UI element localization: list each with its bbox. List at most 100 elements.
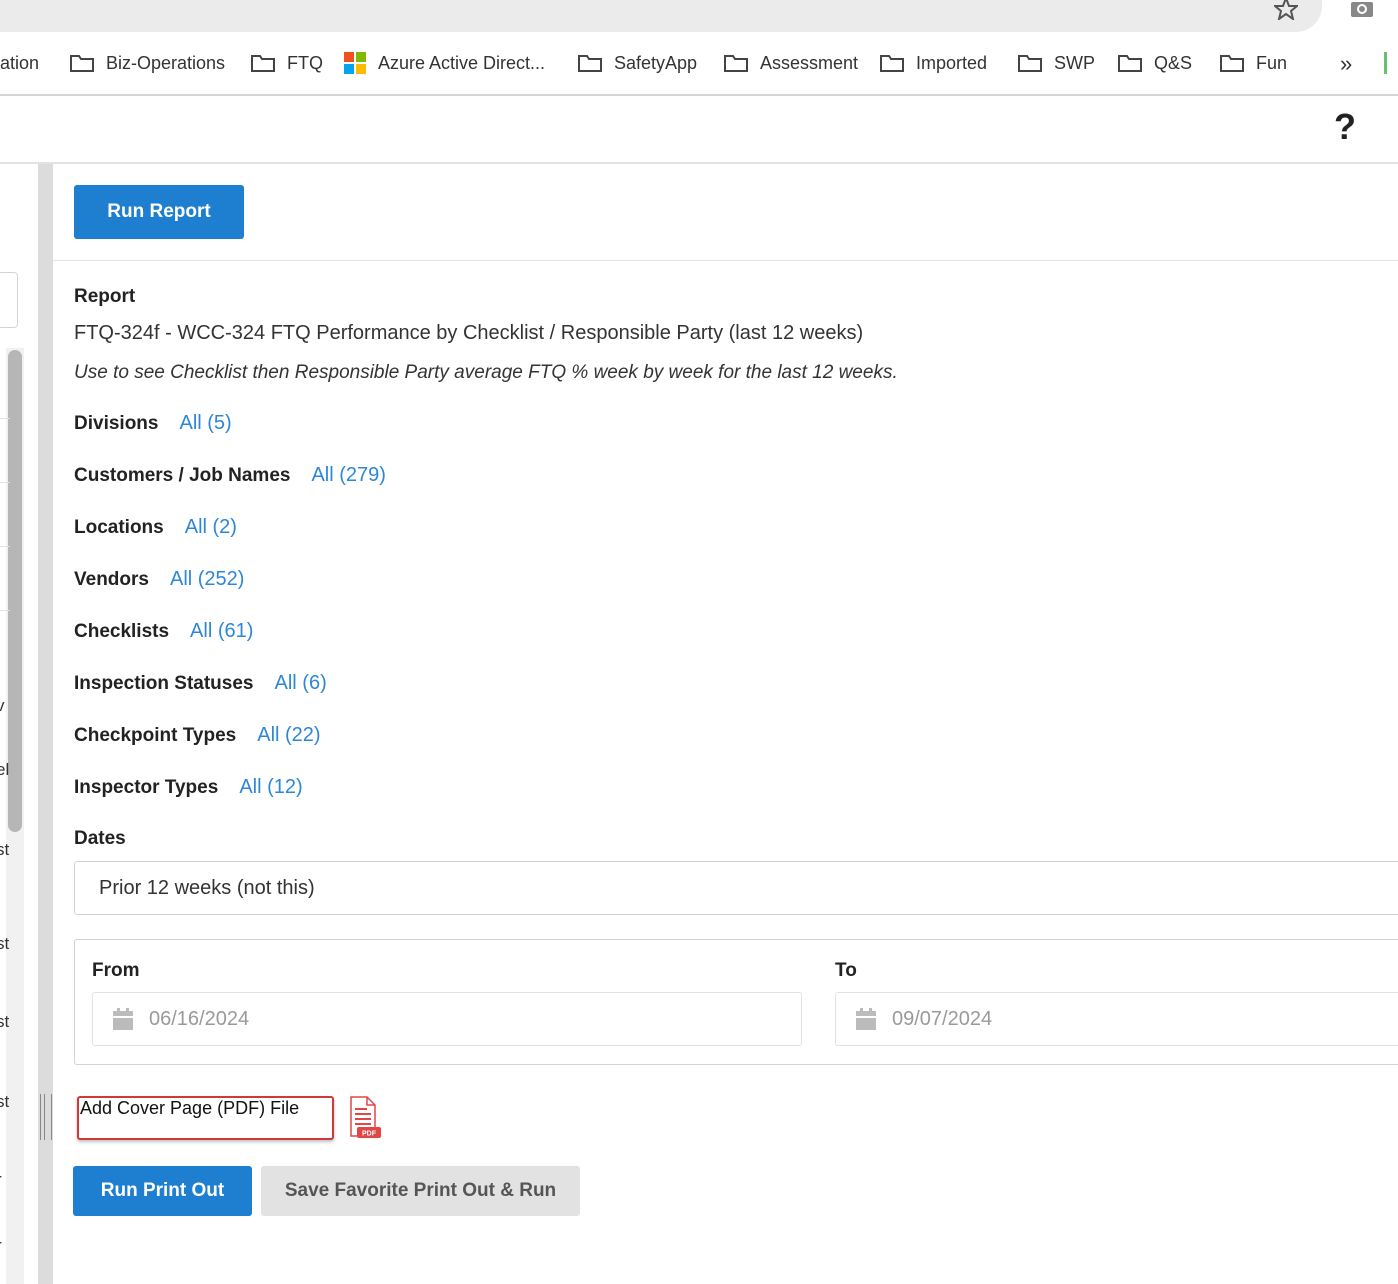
bookmark-folder-imported[interactable]: Imported xyxy=(880,51,987,75)
bookmark-item[interactable]: ation xyxy=(0,51,39,75)
filter-vendors-link[interactable]: All (252) xyxy=(170,568,244,591)
bookmark-label: SafetyApp xyxy=(614,52,698,73)
filter-vendors: Vendors All (252) xyxy=(74,568,244,591)
filter-inspector-types: Inspector Types All (12) xyxy=(74,776,303,799)
filter-divisions-link[interactable]: All (5) xyxy=(179,412,231,435)
filter-checklists: Checklists All (61) xyxy=(74,620,253,643)
dates-selected-value: Prior 12 weeks (not this) xyxy=(99,876,315,899)
filter-checkpoint-types-link[interactable]: All (22) xyxy=(257,724,320,747)
bookmark-label: Azure Active Direct... xyxy=(378,52,546,73)
divider xyxy=(53,260,1398,261)
bookmark-folder-qs[interactable]: Q&S xyxy=(1118,51,1192,75)
folder-icon xyxy=(70,55,94,72)
filter-divisions: Divisions All (5) xyxy=(74,412,232,435)
dates-label: Dates xyxy=(74,828,126,849)
sidebar-divider xyxy=(0,610,10,611)
bookmark-folder-swp[interactable]: SWP xyxy=(1018,51,1095,75)
dates-select[interactable]: Prior 12 weeks (not this) xyxy=(74,861,1398,915)
filter-inspection-statuses: Inspection Statuses All (6) xyxy=(74,672,327,695)
bookmark-folder-assessment[interactable]: Assessment xyxy=(724,51,858,75)
sidebar-item-fragment[interactable]: v xyxy=(0,696,5,716)
run-report-button[interactable]: Run Report xyxy=(74,185,244,239)
bookmark-label: Q&S xyxy=(1154,52,1193,73)
report-title: FTQ-324f - WCC-324 FTQ Performance by Ch… xyxy=(74,322,864,344)
star-bookmark-icon[interactable] xyxy=(1274,0,1298,20)
save-favorite-print-out-button[interactable]: Save Favorite Print Out & Run xyxy=(261,1166,580,1216)
splitter-grip-handle[interactable] xyxy=(40,1094,52,1140)
folder-icon xyxy=(1220,55,1244,72)
pdf-badge-label: PDF xyxy=(362,1131,377,1138)
filter-inspector-types-link[interactable]: All (12) xyxy=(239,776,302,799)
add-cover-page-button[interactable]: Add Cover Page (PDF) File xyxy=(77,1096,334,1140)
from-date-value: 06/16/2024 xyxy=(149,1007,250,1030)
filter-inspection-statuses-link[interactable]: All (6) xyxy=(275,672,327,695)
sidebar-item-fragment[interactable]: r xyxy=(0,1236,2,1256)
filter-checklists-link[interactable]: All (61) xyxy=(190,620,253,643)
from-label: From xyxy=(92,960,140,981)
date-range-panel: From To 06/16/2024 09/07/2024 xyxy=(74,939,1398,1065)
calendar-icon xyxy=(856,1008,876,1030)
app-header: ? xyxy=(0,96,1398,164)
sidebar-item-fragment[interactable]: st xyxy=(0,1092,9,1112)
sidebar-item-fragment[interactable]: st xyxy=(0,934,9,954)
sidebar-divider xyxy=(0,482,10,483)
microsoft-logo-icon xyxy=(344,52,366,74)
bookmark-azure-active-directory[interactable]: Azure Active Direct... xyxy=(344,51,545,75)
camera-icon[interactable] xyxy=(1350,0,1374,20)
report-label: Report xyxy=(74,286,136,307)
sidebar-input[interactable] xyxy=(0,272,18,328)
run-print-out-button[interactable]: Run Print Out xyxy=(73,1166,252,1216)
bookmark-folder-safetyapp[interactable]: SafetyApp xyxy=(578,51,697,75)
bookmark-folder-ftq[interactable]: FTQ xyxy=(251,51,323,75)
sidebar-divider xyxy=(0,546,10,547)
bookmark-label: FTQ xyxy=(287,52,323,73)
bookmark-label: Fun xyxy=(1256,52,1288,73)
bookmark-label: Imported xyxy=(916,52,988,73)
from-date-field[interactable]: 06/16/2024 xyxy=(92,992,802,1046)
sidebar-item-fragment[interactable]: st xyxy=(0,1012,9,1032)
folder-icon xyxy=(1018,55,1042,72)
bookmark-label: Assessment xyxy=(760,52,859,73)
address-bar[interactable] xyxy=(0,0,1322,32)
filter-checkpoint-types: Checkpoint Types All (22) xyxy=(74,724,321,747)
folder-icon xyxy=(251,55,275,72)
filter-customers-link[interactable]: All (279) xyxy=(311,464,385,487)
pdf-file-icon[interactable]: PDF xyxy=(347,1096,383,1140)
bookmark-folder-fun[interactable]: Fun xyxy=(1220,51,1287,75)
bookmark-folder-biz-operations[interactable]: Biz-Operations xyxy=(70,51,225,75)
report-description: Use to see Checklist then Responsible Pa… xyxy=(74,362,898,383)
filter-label: Locations xyxy=(74,517,164,538)
folder-icon xyxy=(880,55,904,72)
sidebar: v el st st st st r r xyxy=(0,164,38,1284)
more-bookmarks-chevron-icon[interactable]: » xyxy=(1340,51,1352,77)
sidebar-item-fragment[interactable]: r xyxy=(0,1170,2,1190)
to-label: To xyxy=(835,960,857,981)
filter-label: Divisions xyxy=(74,413,159,434)
filter-locations-link[interactable]: All (2) xyxy=(185,516,237,539)
help-icon[interactable]: ? xyxy=(1334,106,1356,148)
sidebar-item-fragment[interactable]: el xyxy=(0,760,9,780)
sidebar-divider xyxy=(0,418,10,419)
sidebar-scrollbar-thumb[interactable] xyxy=(8,350,22,832)
bookmark-label: Biz-Operations xyxy=(106,52,226,73)
filter-locations: Locations All (2) xyxy=(74,516,237,539)
filter-customers: Customers / Job Names All (279) xyxy=(74,464,386,487)
filter-label: Checkpoint Types xyxy=(74,725,237,746)
filter-label: Inspector Types xyxy=(74,777,219,798)
extension-indicator xyxy=(1384,52,1387,74)
bookmark-label: ation xyxy=(0,52,40,73)
to-date-value: 09/07/2024 xyxy=(892,1007,993,1030)
folder-icon xyxy=(578,55,602,72)
report-panel: Run Report Report FTQ-324f - WCC-324 FTQ… xyxy=(53,164,1398,1284)
folder-icon xyxy=(1118,55,1142,72)
bookmarks-bar: ation Biz-Operations FTQ Azure Active Di… xyxy=(0,32,1398,96)
to-date-field[interactable]: 09/07/2024 xyxy=(835,992,1398,1046)
calendar-icon xyxy=(113,1008,133,1030)
filter-label: Customers / Job Names xyxy=(74,465,291,486)
folder-icon xyxy=(724,55,748,72)
bookmark-label: SWP xyxy=(1054,52,1096,73)
filter-label: Inspection Statuses xyxy=(74,673,254,694)
filter-label: Vendors xyxy=(74,569,149,590)
sidebar-item-fragment[interactable]: st xyxy=(0,840,9,860)
filter-label: Checklists xyxy=(74,621,170,642)
